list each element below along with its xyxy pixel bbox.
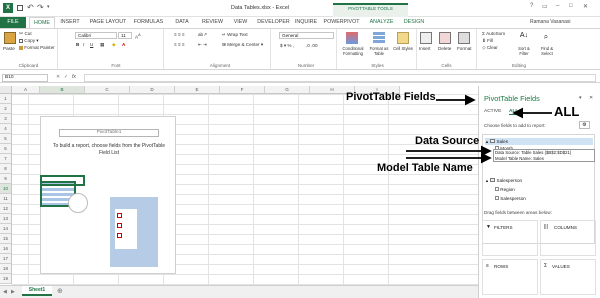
annotation-all: ALL [554, 104, 580, 119]
annotation-model-table: Model Table Name [377, 162, 473, 174]
annotation-arrows [406, 94, 552, 164]
annotation-data-source: Data Source [415, 135, 480, 147]
